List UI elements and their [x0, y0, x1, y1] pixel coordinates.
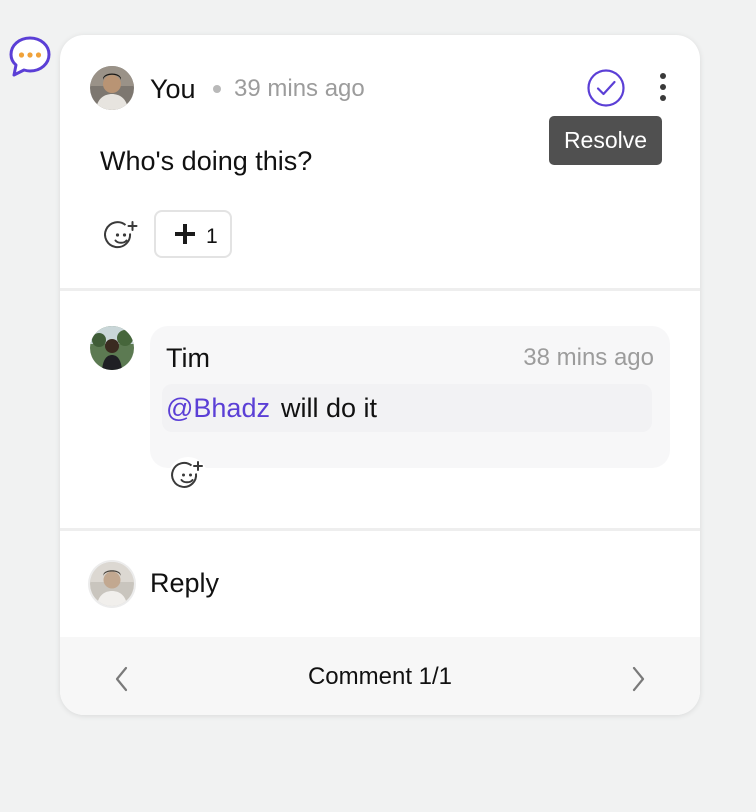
reply-add-reaction-button[interactable]	[168, 457, 208, 497]
avatar	[90, 562, 134, 606]
divider	[60, 528, 700, 531]
reply-timestamp: 38 mins ago	[523, 344, 654, 371]
more-options-button[interactable]	[652, 71, 674, 103]
chevron-right-icon	[632, 666, 645, 692]
avatar	[90, 66, 134, 110]
add-emoji-icon	[104, 221, 138, 249]
user-mention[interactable]: @Bhadz	[166, 391, 270, 425]
reply-placeholder: Reply	[150, 568, 220, 598]
reply-author: Tim	[166, 343, 210, 373]
next-comment-button[interactable]	[626, 664, 650, 694]
plus-one-reaction[interactable]: 1	[154, 210, 232, 258]
comment-bubble-icon[interactable]	[7, 34, 53, 80]
comment-thread-card: You 39 mins ago Resolve Who's doing this…	[60, 35, 700, 715]
add-reaction-button[interactable]	[104, 219, 140, 255]
vertical-dots-icon	[660, 73, 666, 101]
comment-text: Who's doing this?	[100, 146, 313, 176]
reply-input[interactable]: Reply	[60, 532, 700, 632]
comment-navigation: Comment 1/1	[60, 637, 700, 715]
add-emoji-icon	[171, 461, 203, 488]
checkmark-circle-icon	[587, 69, 625, 107]
comment-timestamp: 39 mins ago	[234, 75, 365, 102]
reply-comment: Tim 38 mins ago @Bhadz will do it	[60, 290, 700, 528]
resolve-tooltip: Resolve	[549, 116, 662, 165]
reaction-count: 1	[206, 225, 218, 248]
separator-dot	[213, 85, 221, 93]
plus-icon	[175, 224, 195, 244]
reply-body: @Bhadz will do it	[162, 384, 652, 432]
reply-text: will do it	[281, 393, 378, 423]
avatar	[90, 326, 134, 370]
reply-bubble: Tim 38 mins ago @Bhadz will do it	[150, 326, 670, 468]
comment-counter: Comment 1/1	[307, 663, 453, 690]
resolve-button[interactable]	[586, 68, 626, 108]
comment-author: You	[150, 74, 196, 104]
thread-root-comment: You 39 mins ago Resolve Who's doing this…	[60, 35, 700, 288]
